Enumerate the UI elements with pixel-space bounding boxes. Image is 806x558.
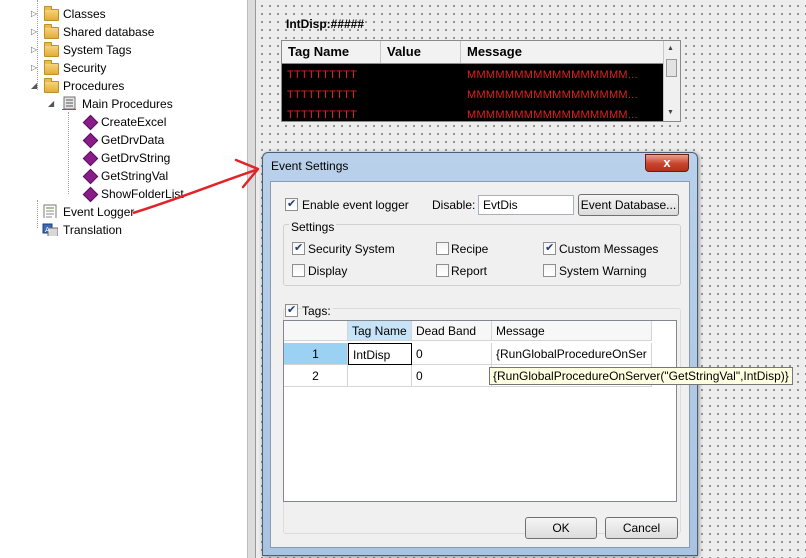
alarm-grid-scrollbar[interactable]: ▲ ▼ <box>663 41 680 121</box>
svg-text:A: A <box>45 226 50 234</box>
tags-label: Tags: <box>302 304 333 318</box>
procedures-icon <box>62 96 76 110</box>
tree-item-label: GetStringVal <box>101 169 169 183</box>
col-tag-name: Tag Name <box>282 41 381 63</box>
scrollbar-thumb[interactable] <box>666 59 677 77</box>
expand-icon[interactable]: ▷ <box>31 64 39 72</box>
tree-item-label: GetDrvString <box>101 151 171 165</box>
message-cell[interactable]: {RunGlobalProcedureOnSer <box>492 343 652 365</box>
alarm-row: TTTTTTTTTT MMMMMMMMMMMMMMMMM... <box>282 85 663 105</box>
tree-connector <box>68 112 69 194</box>
row-header[interactable]: 2 <box>284 365 348 387</box>
recipe-label: Recipe <box>451 242 489 256</box>
system-warning-checkbox[interactable] <box>543 264 556 277</box>
tag-name-cell[interactable]: IntDisp <box>348 343 412 365</box>
col-message: Message <box>467 44 522 59</box>
tree-item-label: System Tags <box>63 43 132 57</box>
display-checkbox[interactable] <box>292 264 305 277</box>
scroll-down-icon[interactable]: ▼ <box>667 109 674 116</box>
dead-band-cell[interactable]: 0 <box>412 365 492 387</box>
intdisp-text-object[interactable]: IntDisp:##### <box>286 17 364 31</box>
procedure-icon <box>82 132 99 149</box>
display-label: Display <box>308 264 348 278</box>
tree-item-label: Shared database <box>63 25 155 39</box>
cancel-button[interactable]: Cancel <box>605 517 678 539</box>
alarm-tag: TTTTTTTTTT <box>287 109 358 121</box>
procedure-icon <box>82 114 99 131</box>
grid-corner <box>284 321 348 341</box>
ok-button[interactable]: OK <box>525 517 597 539</box>
col-header-dead-band[interactable]: Dead Band <box>412 321 492 341</box>
procedure-icon <box>82 186 99 203</box>
recipe-checkbox[interactable] <box>436 242 449 255</box>
alarm-row: TTTTTTTTTT MMMMMMMMMMMMMMMMM... <box>282 105 663 121</box>
enable-event-logger-checkbox[interactable] <box>285 197 298 211</box>
custom-messages-checkbox[interactable] <box>543 241 556 255</box>
folder-icon <box>44 6 59 21</box>
tree-connector <box>37 200 38 228</box>
col-header-tag-name[interactable]: Tag Name <box>348 321 412 341</box>
expand-icon[interactable]: ▷ <box>31 46 39 54</box>
dialog-title: Event Settings <box>271 159 349 173</box>
report-label: Report <box>451 264 488 278</box>
alarm-message: MMMMMMMMMMMMMMMMM... <box>467 69 638 81</box>
system-warning-label: System Warning <box>559 264 647 278</box>
folder-icon <box>44 60 59 75</box>
tree-item-label: Main Procedures <box>82 97 173 111</box>
alarm-tag: TTTTTTTTTT <box>287 69 358 81</box>
tree-item-label: GetDrvData <box>101 133 165 147</box>
translation-icon: A <box>42 223 58 236</box>
col-value: Value <box>381 41 461 63</box>
procedure-icon <box>82 150 99 167</box>
settings-group-label: Settings <box>289 220 337 234</box>
enable-event-logger-label: Enable event logger <box>302 198 409 212</box>
report-checkbox[interactable] <box>436 264 449 277</box>
tree-item-label: CreateExcel <box>101 115 167 129</box>
tree-item-label: Security <box>63 61 107 75</box>
dead-band-cell[interactable]: 0 <box>412 343 492 365</box>
disable-label: Disable: <box>432 198 476 212</box>
alarm-message: MMMMMMMMMMMMMMMMM... <box>467 89 638 101</box>
project-tree[interactable]: ▷ Classes ▷ Shared database ▷ System Tag… <box>0 0 248 558</box>
scroll-up-icon[interactable]: ▲ <box>667 45 674 52</box>
tree-item-label: Event Logger <box>63 205 135 219</box>
row-header[interactable]: 1 <box>284 343 348 365</box>
tree-item-label: Procedures <box>63 79 125 93</box>
tags-checkbox[interactable] <box>285 303 298 317</box>
tag-name-cell[interactable] <box>348 365 412 387</box>
expand-icon[interactable]: ▷ <box>31 10 39 18</box>
collapse-icon[interactable]: ◢ <box>48 100 56 108</box>
col-header-message[interactable]: Message <box>492 321 652 341</box>
alarm-tag: TTTTTTTTTT <box>287 89 358 101</box>
alarm-message: MMMMMMMMMMMMMMMMM... <box>467 109 638 121</box>
expand-icon[interactable]: ▷ <box>31 28 39 36</box>
tree-item-label: ShowFolderList <box>101 187 184 201</box>
security-system-checkbox[interactable] <box>292 241 305 255</box>
collapse-icon[interactable]: ◢ <box>31 82 39 90</box>
tree-item-label: Classes <box>63 7 106 21</box>
security-system-label: Security System <box>308 242 395 256</box>
message-tooltip: {RunGlobalProcedureOnServer("GetStringVa… <box>489 367 793 385</box>
alarm-row: TTTTTTTTTT MMMMMMMMMMMMMMMMM... <box>282 65 663 85</box>
tree-item-label: Translation <box>63 223 122 237</box>
alarm-grid-header: Tag Name Value Message <box>282 41 663 64</box>
folder-icon <box>44 42 59 57</box>
close-icon: x <box>663 155 671 170</box>
event-logger-icon <box>43 204 57 218</box>
alarm-grid-object[interactable]: Tag Name Value Message TTTTTTTTTT MMMMMM… <box>281 40 681 122</box>
folder-icon <box>44 78 59 93</box>
custom-messages-label: Custom Messages <box>559 242 659 256</box>
tags-grid[interactable]: Tag Name Dead Band Message 1 IntDisp 0 {… <box>283 320 677 502</box>
procedure-icon <box>82 168 99 185</box>
close-button[interactable]: x <box>645 154 689 172</box>
panel-splitter[interactable] <box>247 0 256 558</box>
event-database-button[interactable]: Event Database... <box>578 194 679 216</box>
disable-tag-input[interactable]: EvtDis <box>478 195 574 215</box>
folder-icon <box>44 24 59 39</box>
